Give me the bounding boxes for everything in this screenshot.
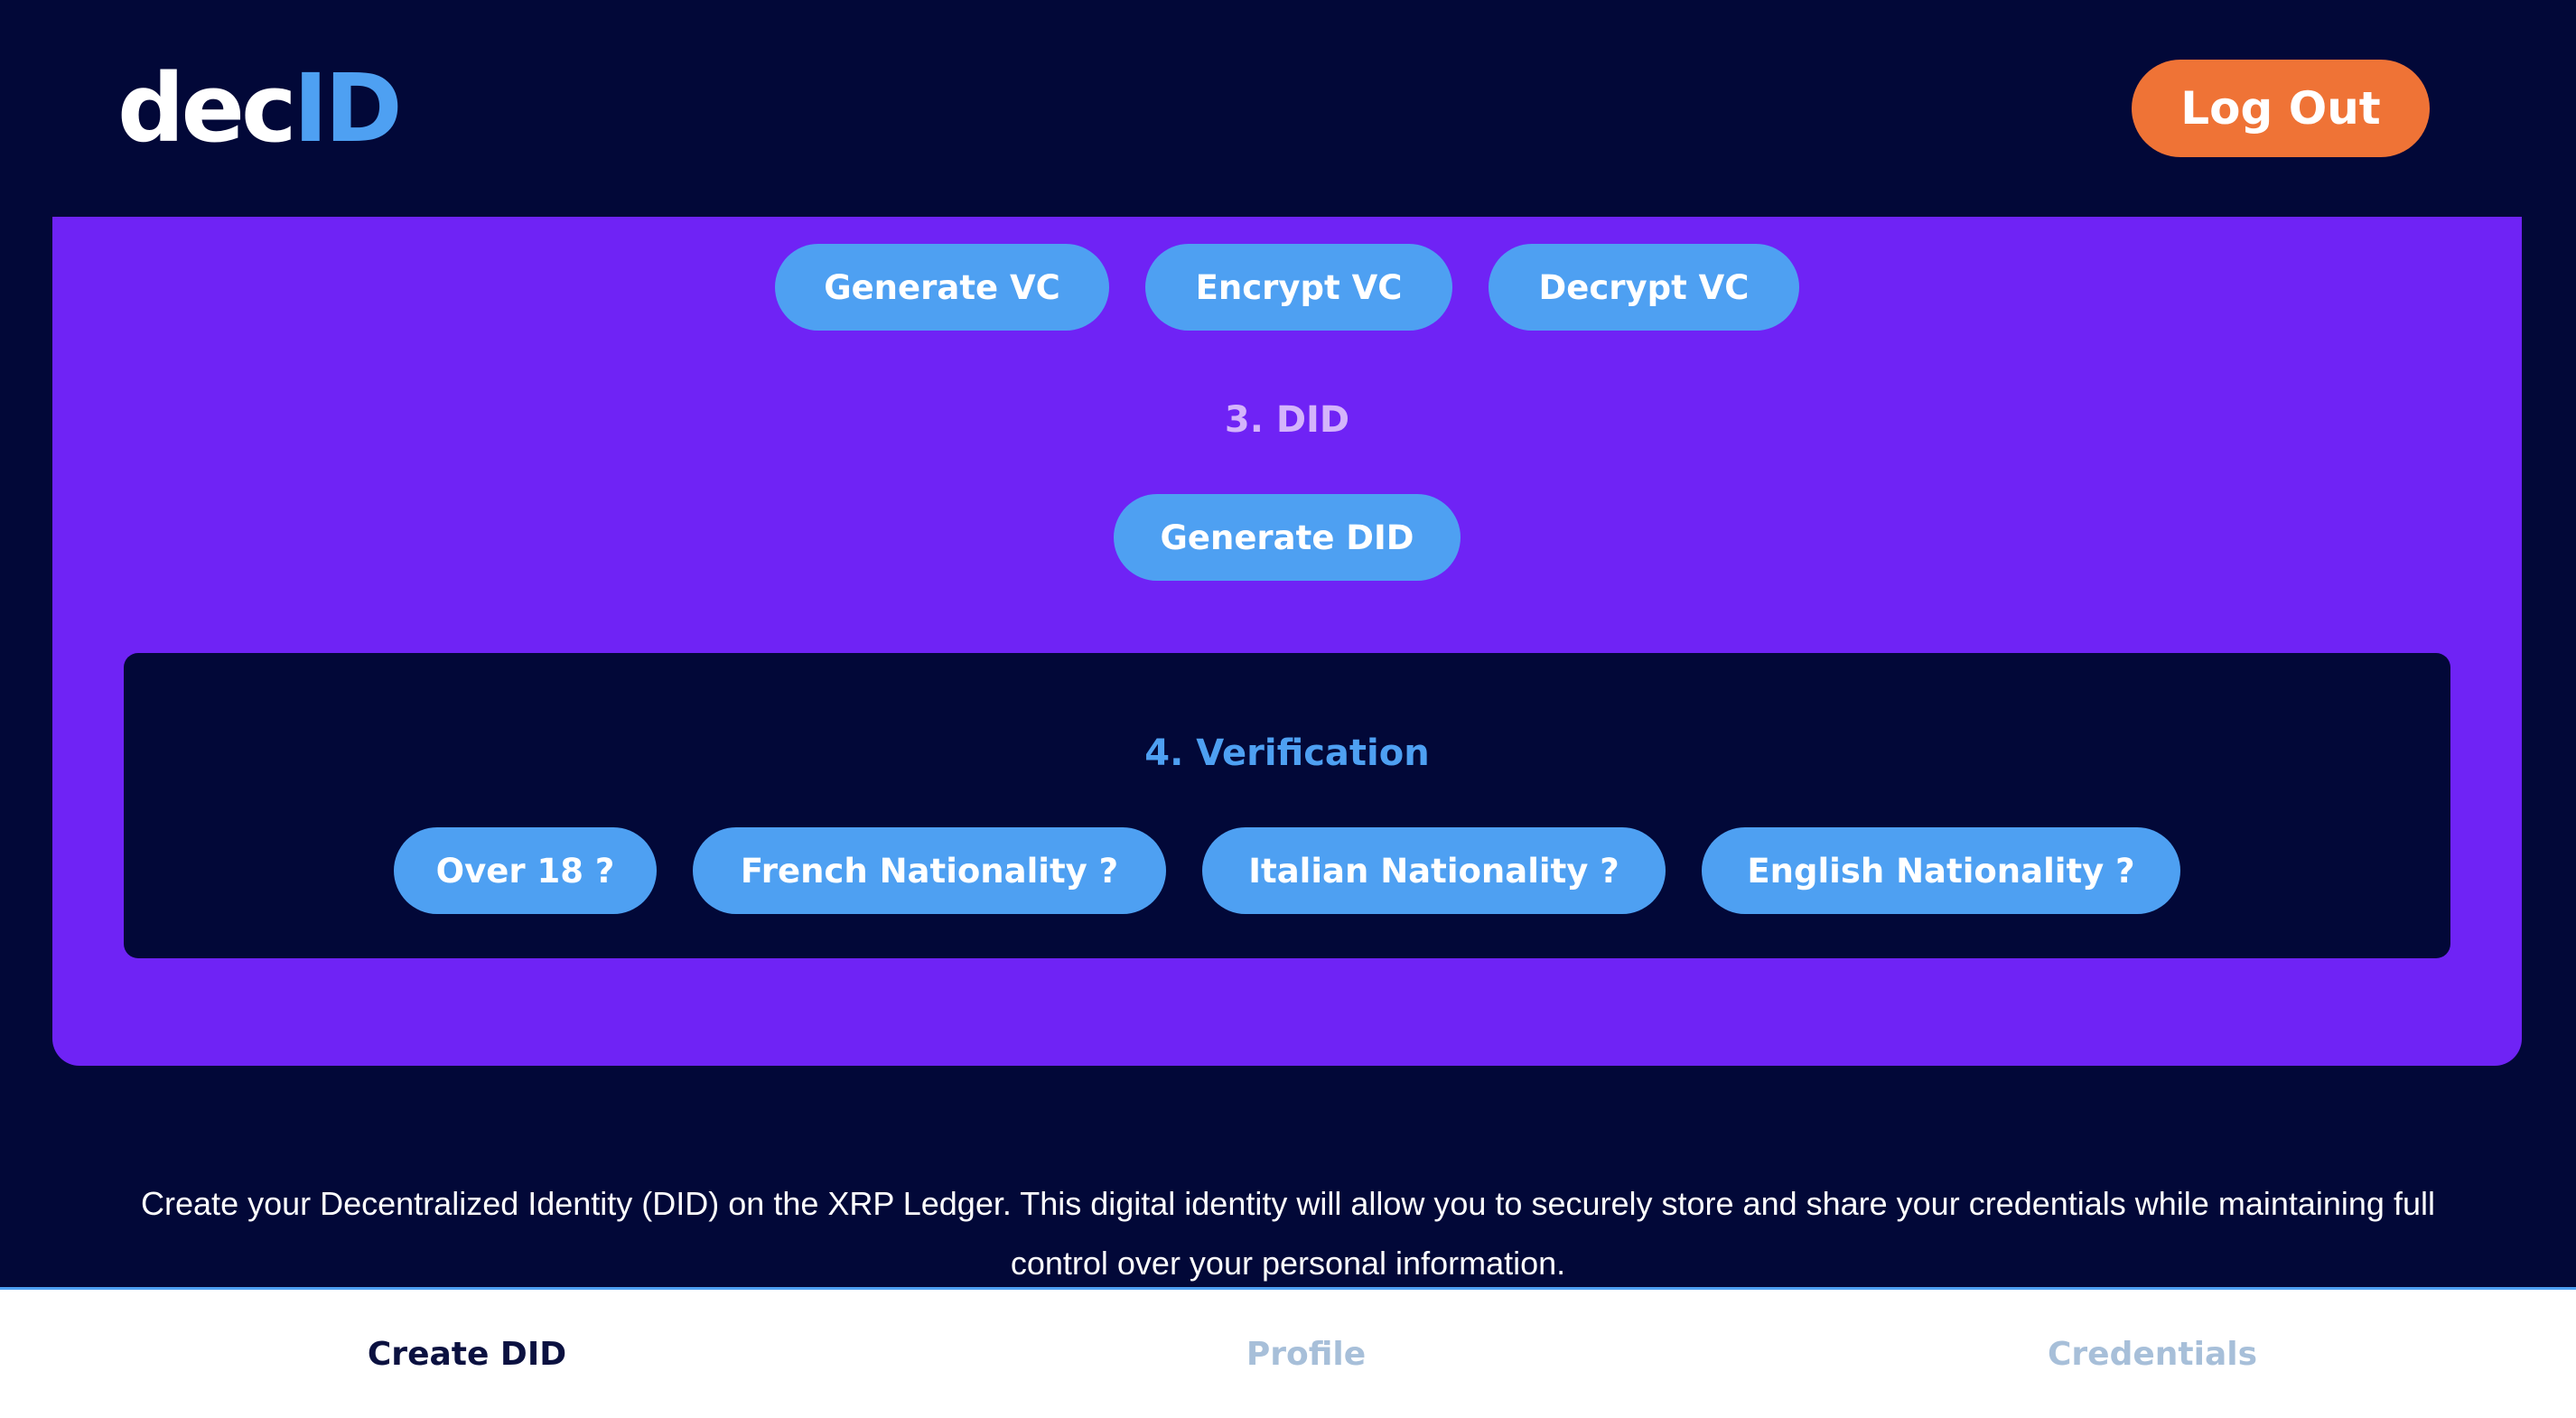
did-creation-panel: Generate VC Encrypt VC Decrypt VC 3. DID… [52,181,2522,1066]
did-description: Create your Decentralized Identity (DID)… [141,1185,2435,1282]
logout-button[interactable]: Log Out [2132,60,2430,157]
logo-text-id: ID [293,53,403,163]
did-section-title: 3. DID [1224,399,1350,441]
verification-title: 4. Verification [1144,732,1430,774]
english-nationality-button[interactable]: English Nationality ? [1702,827,2180,914]
generate-vc-button[interactable]: Generate VC [775,244,1109,331]
encrypt-vc-button[interactable]: Encrypt VC [1145,244,1452,331]
verification-section: 4. Verification Over 18 ? French Nationa… [124,653,2450,958]
logo-text-dec: dec [117,53,297,163]
app-logo[interactable]: decID [117,47,403,170]
nav-profile[interactable]: Profile [934,1290,1678,1418]
bottom-navigation: Create DID Profile Credentials [0,1287,2576,1418]
app-header: decID Log Out [0,0,2576,217]
nav-create-did[interactable]: Create DID [0,1290,934,1418]
italian-nationality-button[interactable]: Italian Nationality ? [1202,827,1666,914]
french-nationality-button[interactable]: French Nationality ? [693,827,1166,914]
over-18-button[interactable]: Over 18 ? [394,827,657,914]
nav-credentials[interactable]: Credentials [1678,1290,2576,1418]
generate-did-button[interactable]: Generate DID [1114,494,1461,581]
decrypt-vc-button[interactable]: Decrypt VC [1489,244,1799,331]
